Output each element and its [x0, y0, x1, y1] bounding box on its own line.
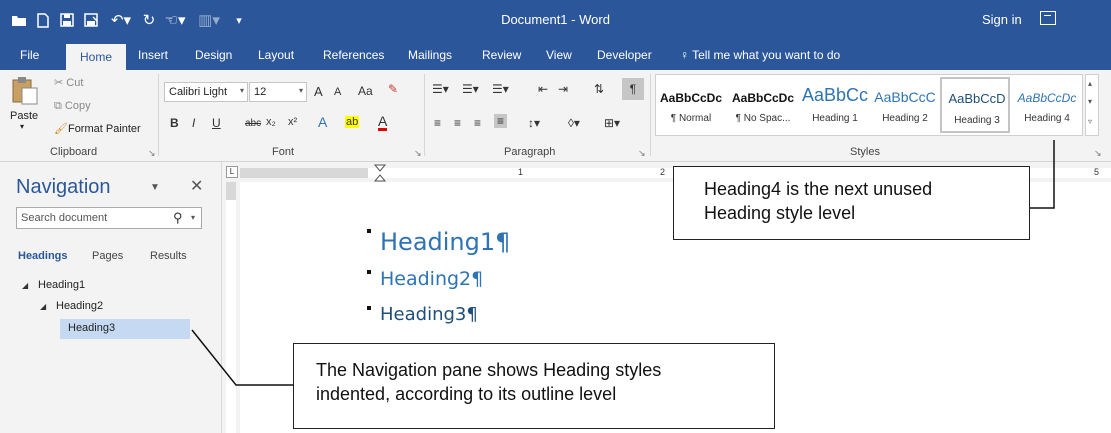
callout-line: Heading4 is the next unused: [704, 179, 933, 199]
navigation-callout: The Navigation pane shows Heading styles…: [293, 343, 775, 429]
styles-callout: Heading4 is the next unused Heading styl…: [673, 166, 1030, 240]
callout-line: Heading style level: [704, 203, 856, 223]
callout-line: indented, according to its outline level: [316, 384, 617, 404]
callout-line: The Navigation pane shows Heading styles: [316, 360, 662, 380]
